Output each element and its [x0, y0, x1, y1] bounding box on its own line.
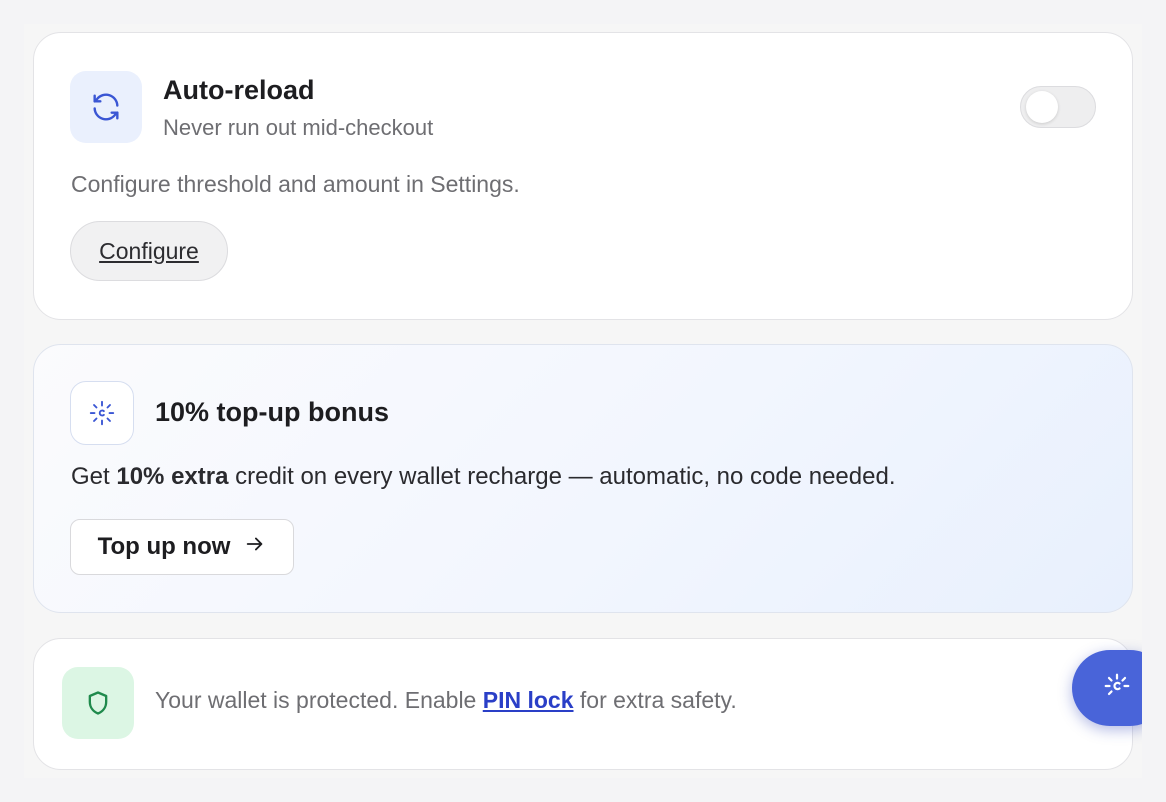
pin-lock-link[interactable]: PIN lock: [483, 687, 574, 713]
top-up-now-button[interactable]: Top up now: [70, 519, 294, 575]
auto-reload-subtitle: Never run out mid-checkout: [163, 115, 434, 140]
auto-reload-toggle[interactable]: [1020, 86, 1096, 128]
shield-icon: [62, 667, 134, 739]
security-message: Your wallet is protected. Enable PIN loc…: [155, 687, 737, 714]
bonus-desc-bold: 10% extra: [116, 463, 229, 490]
bonus-card: 10% top-up bonus Get 10% extra credit on…: [33, 344, 1133, 613]
bonus-title: 10% top-up bonus: [155, 397, 389, 427]
sparkle-icon: [70, 381, 134, 445]
floating-action-button[interactable]: [1072, 650, 1142, 726]
auto-reload-title: Auto-reload: [163, 75, 315, 105]
bonus-description: Get 10% extra credit on every wallet rec…: [71, 463, 895, 491]
bonus-desc-prefix: Get: [71, 463, 117, 490]
auto-reload-description: Configure threshold and amount in Settin…: [71, 171, 520, 197]
arrow-right-icon: [244, 533, 266, 562]
toggle-knob: [1026, 91, 1058, 123]
refresh-icon: [70, 71, 142, 143]
bonus-desc-suffix: credit on every wallet recharge — automa…: [228, 463, 896, 490]
wallet-panel: Auto-reload Never run out mid-checkout C…: [24, 24, 1142, 778]
auto-reload-card: Auto-reload Never run out mid-checkout C…: [33, 32, 1133, 320]
configure-button[interactable]: Configure: [70, 221, 228, 281]
security-card: Your wallet is protected. Enable PIN loc…: [33, 638, 1133, 770]
security-text-prefix: Your wallet is protected. Enable: [155, 687, 483, 713]
security-text-suffix: for extra safety.: [573, 687, 737, 713]
top-up-label: Top up now: [97, 533, 231, 560]
sparkle-icon: [1102, 671, 1132, 706]
